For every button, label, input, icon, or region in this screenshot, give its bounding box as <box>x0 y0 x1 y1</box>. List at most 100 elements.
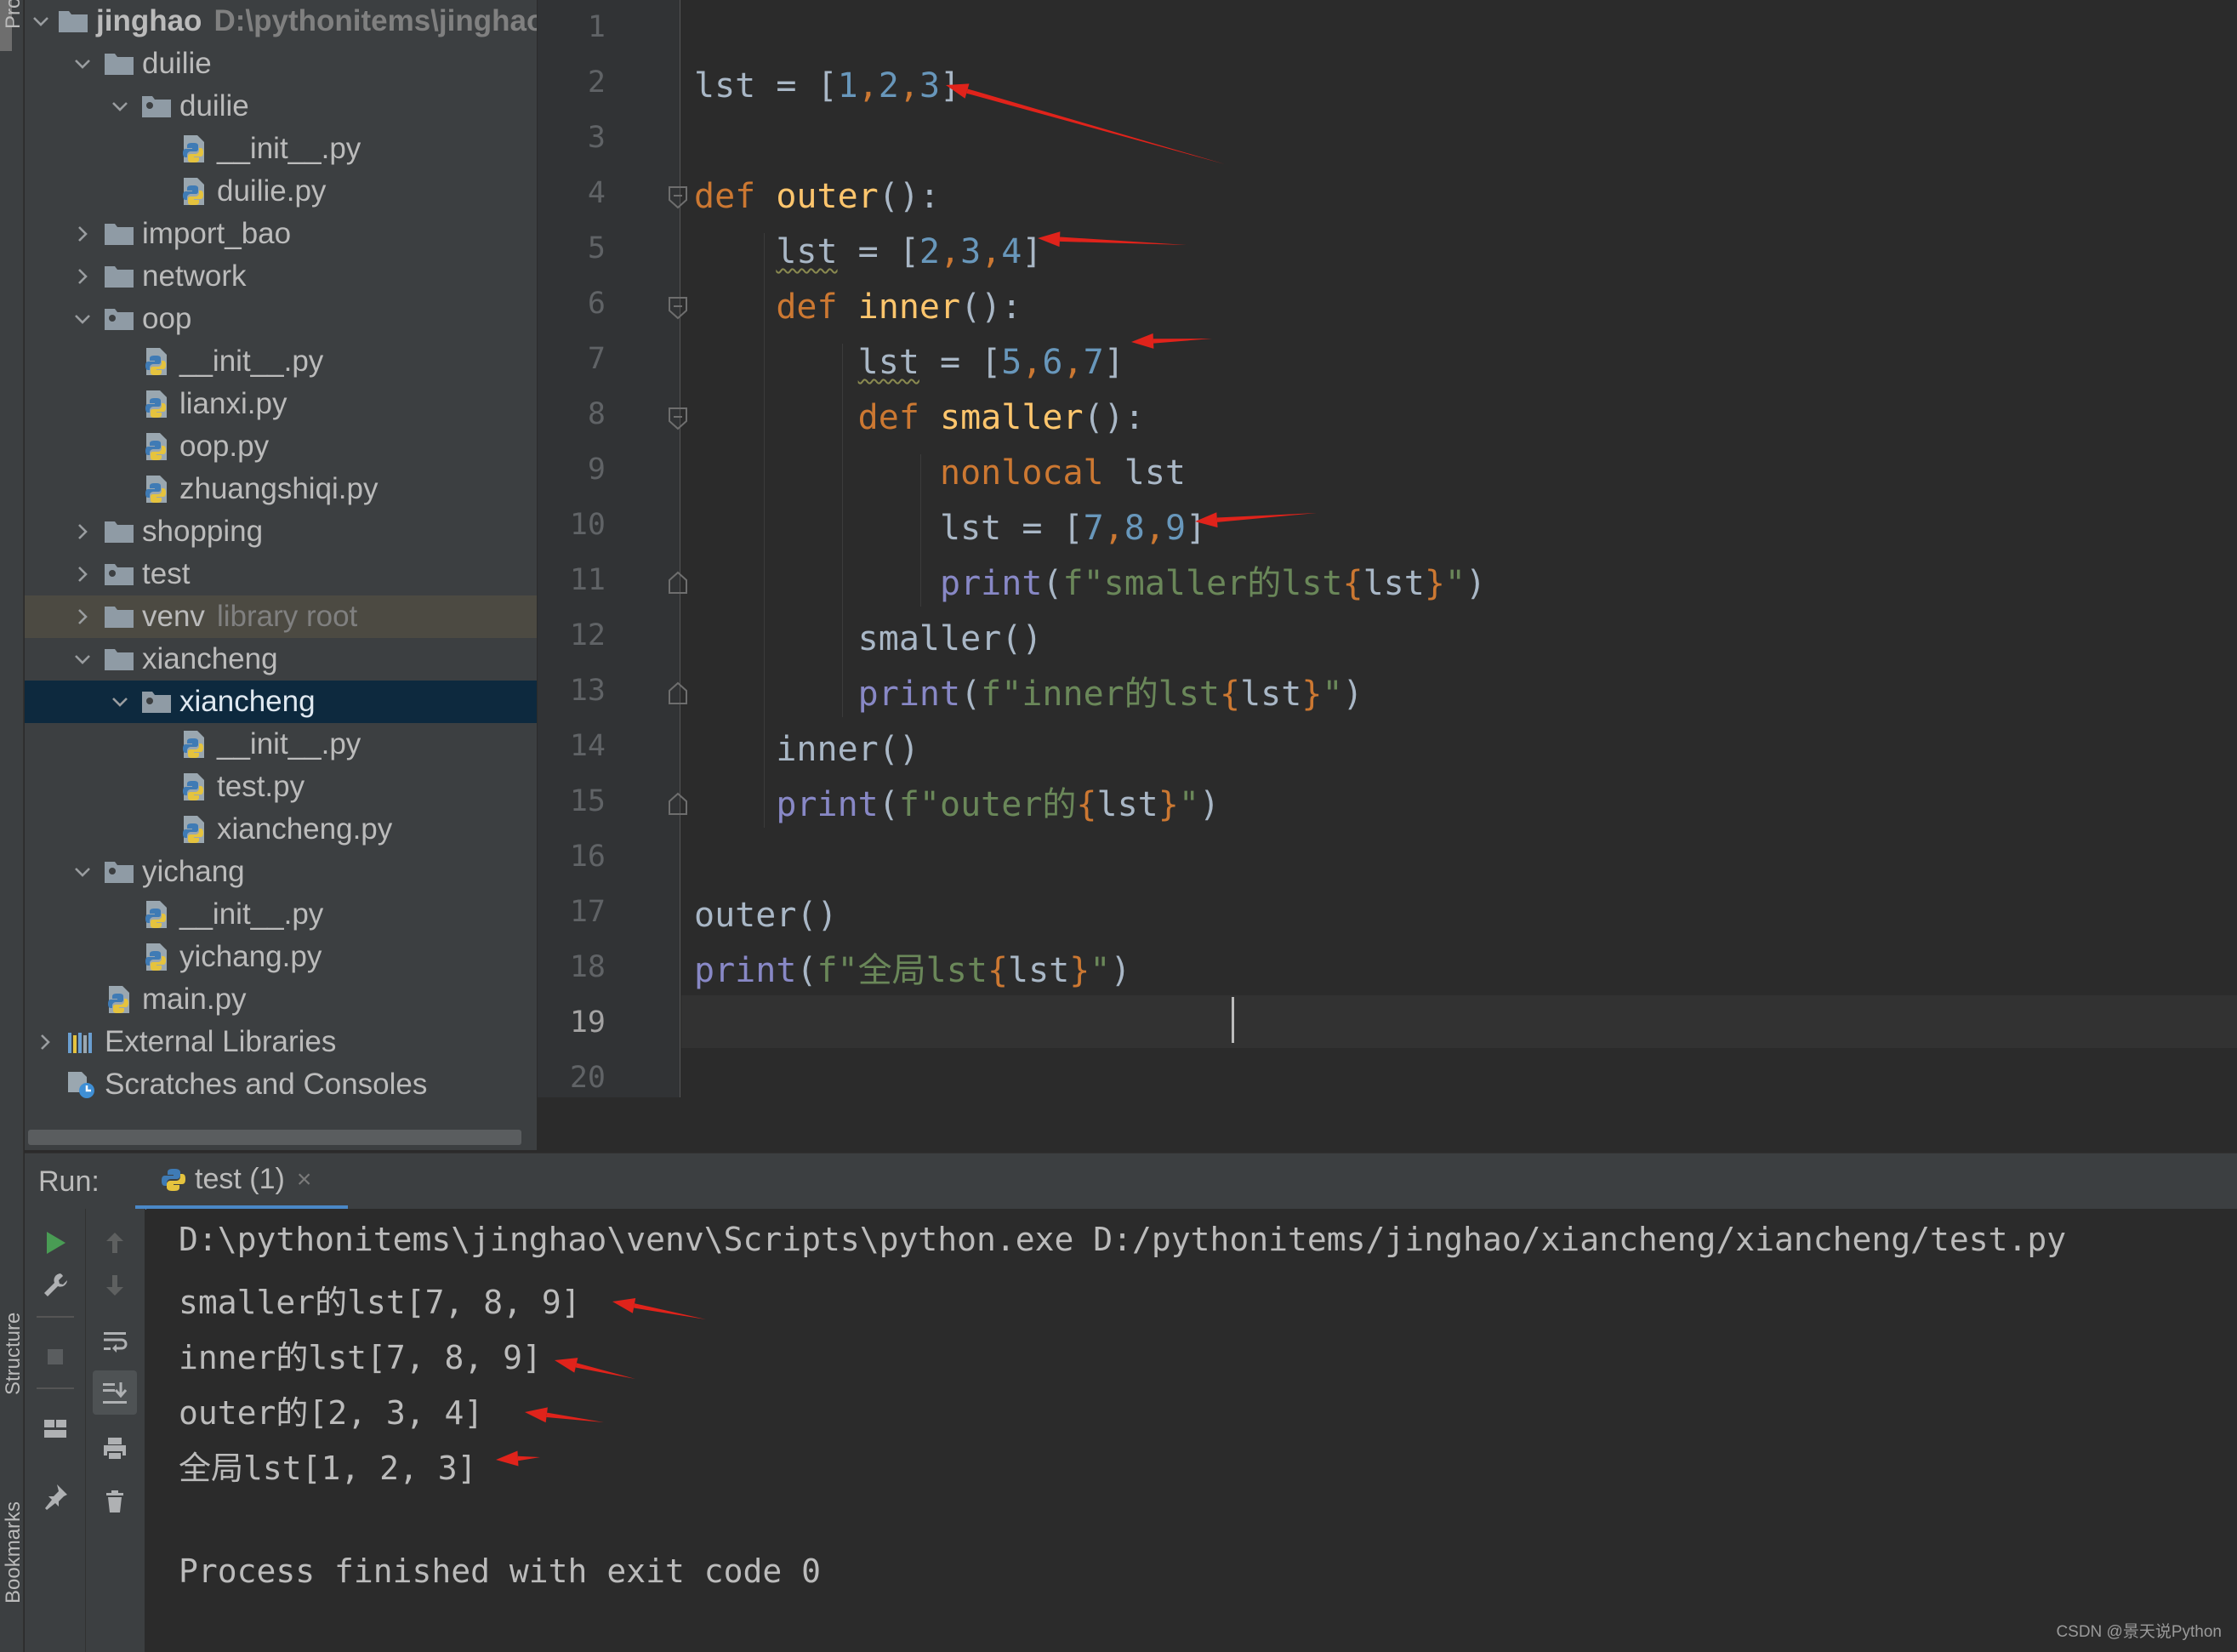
tree-item-label: yichang.py <box>179 940 322 973</box>
tree-item[interactable]: zhuangshiqi.py <box>25 468 537 510</box>
fold-end-icon[interactable] <box>667 681 689 706</box>
chevron-right-icon[interactable] <box>31 1028 59 1056</box>
tree-item[interactable]: xiancheng <box>25 638 537 681</box>
code-token: (): <box>960 288 1022 327</box>
code-line: inner() <box>694 724 919 775</box>
restore-layout-button[interactable] <box>33 1406 77 1450</box>
tree-item[interactable]: External Libraries <box>25 1021 537 1063</box>
run-tab-test[interactable]: test (1) × <box>135 1154 348 1210</box>
code-token: 5 <box>1001 343 1022 382</box>
tree-item[interactable]: test <box>25 553 537 595</box>
code-line: lst = [2,3,4] <box>694 226 1042 277</box>
code-line: lst = [1,2,3] <box>694 60 960 111</box>
code-token: } <box>1069 951 1090 990</box>
tree-item[interactable]: main.py <box>25 978 537 1021</box>
tree-item[interactable]: __init__.py <box>25 340 537 383</box>
arrow-down-icon <box>106 1275 123 1296</box>
tree-item[interactable]: duilie <box>25 85 537 128</box>
stop-button[interactable] <box>33 1335 77 1379</box>
code-line: lst = [5,6,7] <box>694 337 1124 388</box>
chevron-right-icon[interactable] <box>69 220 96 248</box>
chevron-down-icon[interactable] <box>106 688 134 715</box>
tree-item[interactable]: venv library root <box>25 595 537 638</box>
tree-item[interactable]: Scratches and Consoles <box>25 1063 537 1106</box>
code-token: lst <box>1363 564 1425 603</box>
line-number: 15 <box>569 784 606 818</box>
project-tool-button[interactable]: Pro <box>2 0 26 29</box>
chevron-down-icon[interactable] <box>69 305 96 333</box>
chevron-down-icon[interactable] <box>69 50 96 77</box>
code-token: print <box>694 951 797 990</box>
chevron-down-icon[interactable] <box>31 8 50 35</box>
run-console-output[interactable]: D:\pythonitems\jinghao\venv\Scripts\pyth… <box>146 1209 2237 1652</box>
chevron-right-icon[interactable] <box>69 603 96 630</box>
package-folder-icon <box>103 857 135 886</box>
soft-wrap-button[interactable] <box>93 1319 137 1364</box>
toolbar-separator <box>37 1387 74 1389</box>
close-icon[interactable]: × <box>297 1165 312 1194</box>
code-token: 8 <box>1124 509 1145 548</box>
previous-occurrence-button[interactable] <box>93 1221 137 1265</box>
code-token: 7 <box>1083 509 1104 548</box>
tree-item[interactable]: __init__.py <box>25 893 537 936</box>
tree-item[interactable]: shopping <box>25 510 537 553</box>
code-token: f"smaller的lst <box>1062 564 1343 603</box>
tree-item[interactable]: __init__.py <box>25 723 537 766</box>
bookmarks-tool-button[interactable]: Bookmarks <box>2 1501 26 1604</box>
fold-end-icon[interactable] <box>667 791 689 817</box>
line-number: 3 <box>587 121 606 155</box>
fold-open-icon[interactable] <box>667 295 689 321</box>
tree-item[interactable]: duilie.py <box>25 170 537 213</box>
chevron-right-icon[interactable] <box>69 518 96 545</box>
tree-item-label: __init__.py <box>217 727 361 760</box>
folder-icon <box>103 517 135 546</box>
tree-item[interactable]: duilie <box>25 43 537 85</box>
chevron-right-icon[interactable] <box>69 561 96 588</box>
fold-open-icon[interactable] <box>667 185 689 210</box>
tree-item[interactable]: network <box>25 255 537 298</box>
code-line: def inner(): <box>694 282 1022 333</box>
tree-item[interactable]: xiancheng <box>25 681 537 723</box>
tree-item[interactable]: oop <box>25 298 537 340</box>
play-icon <box>47 1232 65 1254</box>
structure-tool-button[interactable]: Structure <box>2 1313 26 1395</box>
tree-item[interactable]: lianxi.py <box>25 383 537 425</box>
chevron-right-icon[interactable] <box>69 263 96 290</box>
line-number: 7 <box>587 342 606 376</box>
tree-item[interactable]: test.py <box>25 766 537 808</box>
chevron-down-icon[interactable] <box>106 93 134 120</box>
rerun-button[interactable] <box>33 1221 77 1265</box>
tree-item-label: yichang <box>142 855 245 888</box>
tree-item-label: main.py <box>142 983 247 1016</box>
modify-run-config-button[interactable] <box>33 1263 77 1307</box>
clear-all-button[interactable] <box>93 1479 137 1524</box>
print-button[interactable] <box>93 1427 137 1471</box>
chevron-down-icon[interactable] <box>69 646 96 673</box>
fold-open-icon[interactable] <box>667 406 689 431</box>
tree-item[interactable]: jinghao D:\pythonitems\jinghao <box>25 0 537 43</box>
code-token: " <box>1178 785 1199 824</box>
tree-item[interactable]: __init__.py <box>25 128 537 170</box>
fold-end-icon[interactable] <box>667 570 689 595</box>
scroll-to-end-button[interactable] <box>93 1370 137 1415</box>
code-line: outer() <box>694 890 838 941</box>
pin-tab-button[interactable] <box>33 1474 77 1518</box>
tree-item[interactable]: xiancheng.py <box>25 808 537 851</box>
code-token: 7 <box>1083 343 1104 382</box>
tree-item[interactable]: oop.py <box>25 425 537 468</box>
line-number: 2 <box>587 66 606 100</box>
tree-horizontal-scrollbar[interactable] <box>28 1130 521 1145</box>
tree-item[interactable]: yichang.py <box>25 936 537 978</box>
code-token: , <box>981 232 1002 271</box>
chevron-down-icon[interactable] <box>69 858 96 886</box>
code-editor[interactable]: 1 2 3 4 5 6 7 8 9 10 11 12 13 14 15 16 17 18 19 20 lst = [1… <box>538 0 2237 1097</box>
code-token: , <box>1022 343 1043 382</box>
code-token: } <box>1301 675 1323 714</box>
next-occurrence-button[interactable] <box>93 1263 137 1307</box>
code-token: ( <box>960 675 982 714</box>
tree-item[interactable]: yichang <box>25 851 537 893</box>
tree-item[interactable]: import_bao <box>25 213 537 255</box>
line-number: 5 <box>587 231 606 265</box>
